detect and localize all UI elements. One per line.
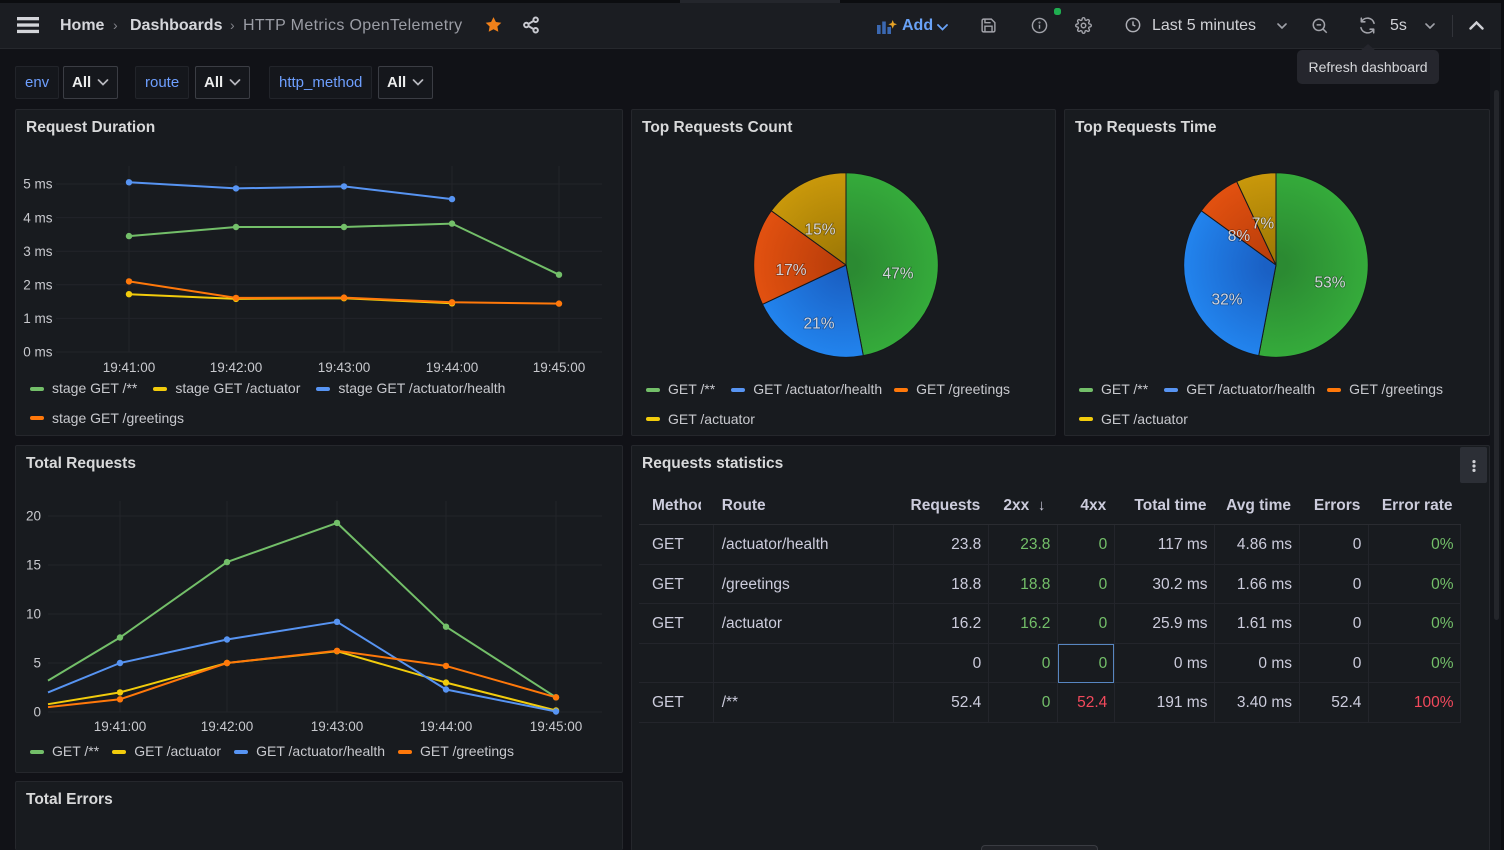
svg-text:19:45:00: 19:45:00: [530, 719, 583, 734]
svg-text:2 ms: 2 ms: [23, 278, 53, 293]
svg-text:5: 5: [33, 656, 41, 671]
svg-text:15%: 15%: [804, 222, 835, 239]
svg-text:3 ms: 3 ms: [23, 244, 53, 259]
svg-text:17%: 17%: [775, 262, 806, 279]
svg-text:8%: 8%: [1228, 228, 1251, 245]
svg-text:19:42:00: 19:42:00: [201, 719, 254, 734]
svg-text:19:43:00: 19:43:00: [311, 719, 364, 734]
svg-text:19:41:00: 19:41:00: [94, 719, 147, 734]
svg-text:1 ms: 1 ms: [23, 311, 53, 326]
svg-text:10: 10: [26, 607, 41, 622]
svg-text:5 ms: 5 ms: [23, 177, 53, 192]
svg-text:19:44:00: 19:44:00: [420, 719, 473, 734]
svg-text:4 ms: 4 ms: [23, 210, 53, 225]
svg-text:0: 0: [33, 705, 41, 720]
svg-text:47%: 47%: [882, 266, 913, 283]
svg-text:7%: 7%: [1252, 216, 1275, 233]
svg-text:15: 15: [26, 558, 41, 573]
svg-text:53%: 53%: [1314, 275, 1345, 292]
svg-text:32%: 32%: [1211, 292, 1242, 309]
svg-text:21%: 21%: [803, 316, 834, 333]
svg-text:20: 20: [26, 509, 41, 524]
svg-text:0 ms: 0 ms: [23, 345, 53, 360]
